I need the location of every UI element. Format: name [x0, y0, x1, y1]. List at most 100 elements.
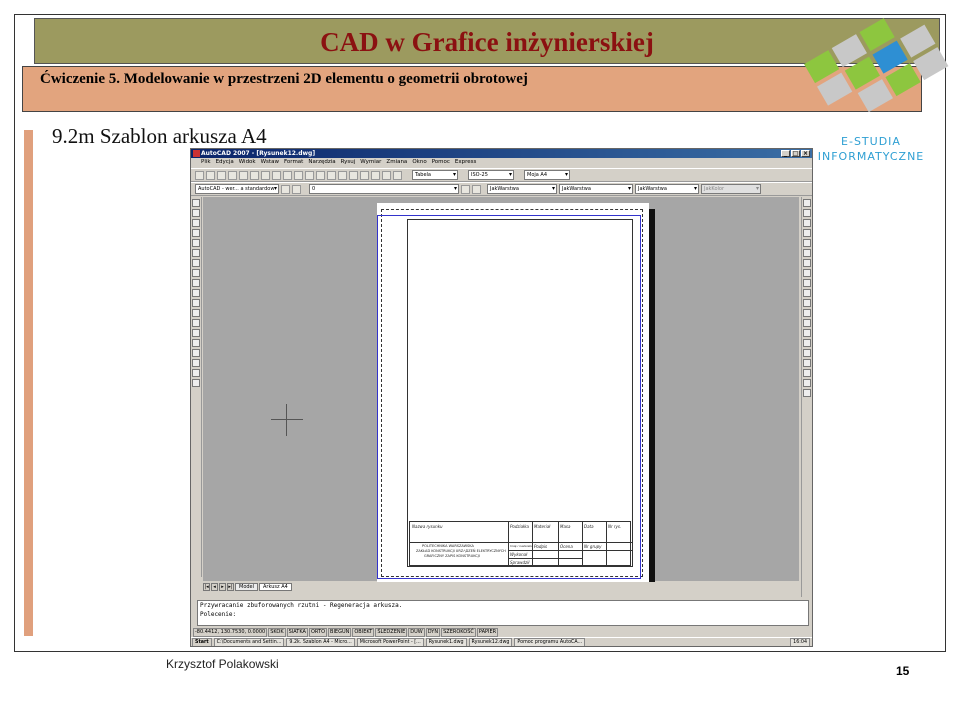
minimize-button[interactable]: _ [781, 150, 790, 157]
dim-linear-icon[interactable] [803, 359, 811, 367]
menu-okno[interactable]: Okno [412, 158, 426, 167]
insert-block-icon[interactable] [192, 309, 200, 317]
redo-icon[interactable] [305, 170, 314, 180]
xline-icon[interactable] [192, 209, 200, 217]
close-button[interactable]: × [801, 150, 810, 157]
paste-icon[interactable] [272, 170, 281, 180]
status-obiekt[interactable]: OBIEKT [352, 627, 375, 637]
rectangle-icon[interactable] [192, 239, 200, 247]
status-skok[interactable]: SKOK [268, 627, 286, 637]
tab-prev-icon[interactable]: ◂ [211, 583, 218, 591]
polygon-icon[interactable] [192, 229, 200, 237]
menu-rysuj[interactable]: Rysuj [341, 158, 356, 167]
preview-icon[interactable] [239, 170, 248, 180]
join-icon[interactable] [803, 319, 811, 327]
open-icon[interactable] [206, 170, 215, 180]
print-icon[interactable] [228, 170, 237, 180]
copy-icon[interactable] [261, 170, 270, 180]
status-siatka[interactable]: SIATKA [286, 627, 308, 637]
cut-icon[interactable] [250, 170, 259, 180]
menu-format[interactable]: Format [284, 158, 303, 167]
tool-palettes-icon[interactable] [382, 170, 391, 180]
trim-icon[interactable] [803, 289, 811, 297]
mirror-icon[interactable] [803, 219, 811, 227]
workspace-combo[interactable]: AutoCAD - wer... a standardow [195, 184, 279, 194]
plot-style-combo[interactable]: JakKolor [701, 184, 761, 194]
point-icon[interactable] [192, 329, 200, 337]
break-icon[interactable] [803, 309, 811, 317]
text-style-combo[interactable]: Moja A4 [524, 170, 570, 180]
lineweight-combo[interactable]: JakWarstwa [635, 184, 699, 194]
rotate-icon[interactable] [803, 259, 811, 267]
fillet-icon[interactable] [803, 339, 811, 347]
explode-icon[interactable] [803, 349, 811, 357]
copy-object-icon[interactable] [803, 209, 811, 217]
menu-narzedzia[interactable]: Narzędzia [308, 158, 335, 167]
help-icon[interactable] [393, 170, 402, 180]
menu-edycja[interactable]: Edycja [216, 158, 234, 167]
zoom-window-icon[interactable] [338, 170, 347, 180]
maximize-button[interactable]: □ [791, 150, 800, 157]
status-papier[interactable]: PAPIER [476, 627, 499, 637]
taskbar-rysunek12[interactable]: Rysunek12.dwg [468, 638, 513, 646]
make-current-icon[interactable] [461, 184, 470, 194]
match-icon[interactable] [283, 170, 292, 180]
color-combo[interactable]: JakWarstwa [487, 184, 557, 194]
extend-icon[interactable] [803, 299, 811, 307]
hatch-icon[interactable] [192, 339, 200, 347]
tab-arkusz-a4[interactable]: Arkusz A4 [259, 583, 292, 591]
offset-icon[interactable] [803, 229, 811, 237]
taskbar-word[interactable]: 9.2k. Szablon A4 - Micro... [286, 638, 355, 646]
dim-aligned-icon[interactable] [803, 369, 811, 377]
menu-wymiar[interactable]: Wymiar [360, 158, 381, 167]
status-orto[interactable]: ORTO [308, 627, 328, 637]
new-icon[interactable] [195, 170, 204, 180]
zoom-previous-icon[interactable] [349, 170, 358, 180]
gradient-icon[interactable] [192, 349, 200, 357]
revcloud-icon[interactable] [192, 269, 200, 277]
status-dyn[interactable]: DYN [425, 627, 441, 637]
save-icon[interactable] [217, 170, 226, 180]
scale-icon[interactable] [803, 269, 811, 277]
ellipse-icon[interactable] [192, 289, 200, 297]
circle-icon[interactable] [192, 259, 200, 267]
taskbar-rysunek1[interactable]: Rysunek1.dwg [425, 638, 467, 646]
layer-manager-icon[interactable] [292, 184, 301, 194]
properties-icon[interactable] [360, 170, 369, 180]
menu-pomoc[interactable]: Pomoc [432, 158, 450, 167]
coordinates-readout[interactable]: -80.4412, 130.7530, 0.0000 [193, 627, 268, 637]
start-button[interactable]: Start [192, 638, 212, 646]
workspace-settings-icon[interactable] [281, 184, 290, 194]
array-icon[interactable] [803, 239, 811, 247]
table-icon[interactable] [192, 369, 200, 377]
taskbar-powerpoint[interactable]: Microsoft PowerPoint - [... [356, 638, 424, 646]
region-icon[interactable] [192, 359, 200, 367]
stretch-icon[interactable] [803, 279, 811, 287]
arc-icon[interactable] [192, 249, 200, 257]
move-icon[interactable] [803, 249, 811, 257]
spline-icon[interactable] [192, 279, 200, 287]
taskbar-autocad-help[interactable]: Pomoc programu AutoCA... [514, 638, 586, 646]
taskbar-explorer[interactable]: C:\Documents and Settin... [213, 638, 285, 646]
dim-radius-icon[interactable] [803, 379, 811, 387]
ellipse-arc-icon[interactable] [192, 299, 200, 307]
dim-angular-icon[interactable] [803, 389, 811, 397]
design-center-icon[interactable] [371, 170, 380, 180]
command-line[interactable]: Przywracanie zbuforowanych rzutni - Rege… [197, 600, 809, 626]
status-szerokosc[interactable]: SZEROKOŚĆ [441, 627, 476, 637]
undo-icon[interactable] [294, 170, 303, 180]
dim-style-combo[interactable]: ISO-25 [468, 170, 514, 180]
zoom-icon[interactable] [327, 170, 336, 180]
linetype-combo[interactable]: JakWarstwa [559, 184, 633, 194]
menu-express[interactable]: Express [455, 158, 476, 167]
menu-widok[interactable]: Widok [239, 158, 256, 167]
status-duw[interactable]: DUW [408, 627, 425, 637]
layer-combo[interactable]: 0 [309, 184, 459, 194]
erase-icon[interactable] [803, 199, 811, 207]
tab-first-icon[interactable]: |◂ [203, 583, 210, 591]
polyline-icon[interactable] [192, 219, 200, 227]
make-block-icon[interactable] [192, 319, 200, 327]
status-biegun[interactable]: BIEGUN [328, 627, 352, 637]
line-icon[interactable] [192, 199, 200, 207]
mtext-icon[interactable] [192, 379, 200, 387]
